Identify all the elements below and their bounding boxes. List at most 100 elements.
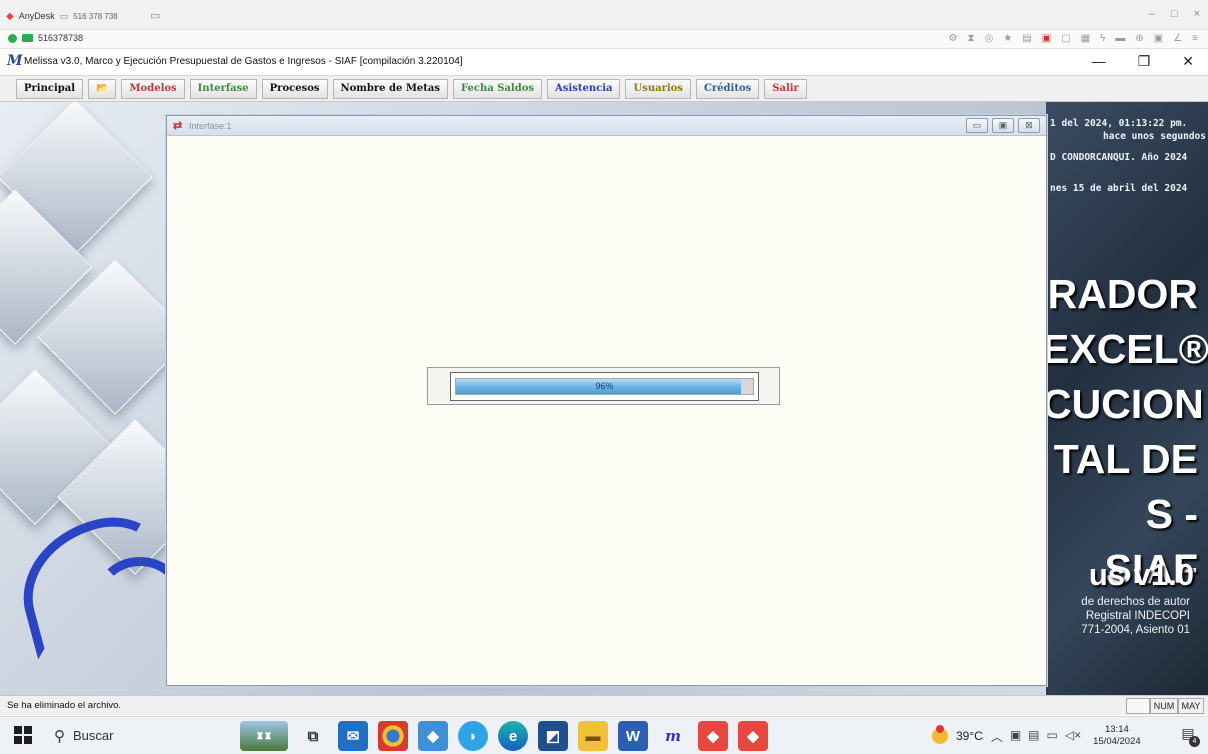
clock-time: 13:14: [1104, 724, 1129, 735]
menu-procesos-button[interactable]: Procesos: [261, 79, 328, 99]
app-close-icon[interactable]: ✕: [1182, 53, 1194, 70]
network-icon[interactable]: ▭: [1047, 728, 1058, 745]
splash-line: TAL DE: [1053, 436, 1198, 482]
anydesk-connection-status: 516378738: [8, 33, 83, 43]
app-restore-icon[interactable]: ❐: [1138, 53, 1151, 70]
progress-bar: 96%: [455, 378, 754, 395]
anydesk-app-name: AnyDesk: [18, 11, 55, 21]
copyright-line: Registral INDECOPI: [1085, 610, 1190, 622]
open-folder-icon[interactable]: 📂: [88, 79, 117, 99]
display-icon[interactable]: ▣: [1042, 33, 1051, 44]
interfase-window-icon: ⇄: [173, 120, 183, 132]
splash-line: EXCEL®: [1042, 326, 1208, 372]
progress-label: 96%: [595, 381, 614, 391]
menu-icon[interactable]: ≡: [1192, 33, 1198, 44]
maximize-icon[interactable]: □: [1171, 8, 1178, 20]
record-icon[interactable]: ⊕: [1135, 33, 1143, 44]
privacy-icon[interactable]: ◎: [985, 33, 994, 44]
status-message: Se ha eliminado el archivo.: [7, 700, 122, 711]
screenshot-icon[interactable]: ▣: [1154, 33, 1163, 44]
chrome-icon[interactable]: [378, 721, 408, 751]
file-explorer-icon[interactable]: ▬: [578, 721, 608, 751]
tray-icons: ︿ ▣ ▤ ▭ ◁×: [991, 728, 1081, 745]
favorite-star-icon[interactable]: ★: [1003, 33, 1012, 44]
last-access-date: 1 del 2024, 01:13:22 pm.: [1050, 118, 1188, 129]
anydesk-session-tab[interactable]: ◆ AnyDesk ▭ 516 378 738: [6, 6, 164, 26]
search-icon: ⚲: [54, 727, 65, 745]
minimize-icon[interactable]: –: [1149, 8, 1155, 20]
app-minimize-icon[interactable]: —: [1092, 53, 1106, 70]
remote-app-icon[interactable]: ◆: [418, 721, 448, 751]
status-pane-blank: [1126, 698, 1150, 714]
splash-line: RADOR: [1047, 271, 1198, 317]
copyright-line: de derechos de autor: [1081, 596, 1190, 608]
remote-monitor-icon[interactable]: [22, 34, 33, 42]
last-access-ago: hace unos segundos: [1103, 131, 1206, 142]
clipboard-icon[interactable]: ▦: [1081, 33, 1090, 44]
system-tray: 39°C ︿ ▣ ▤ ▭ ◁× 13:14 15/04/2024: [932, 721, 1141, 751]
monitor-icon: ▭: [59, 10, 69, 21]
new-session-icon[interactable]: ▭: [150, 9, 160, 22]
edge-icon[interactable]: e: [498, 721, 528, 751]
mail-icon[interactable]: ✉: [338, 721, 368, 751]
anydesk-tab-bar: ◆ AnyDesk ▭ 516 378 738 ▭ – □ ×: [0, 0, 1208, 30]
files-icon[interactable]: ▤: [1022, 33, 1031, 44]
menu-fecha-saldos-button[interactable]: Fecha Saldos: [453, 79, 543, 99]
show-hidden-icons-icon[interactable]: ︿: [991, 728, 1003, 745]
keyboard-icon[interactable]: ▬: [1115, 33, 1125, 44]
menu-asistencia-button[interactable]: Asistencia: [547, 79, 621, 99]
splash-title: RADOR EXCEL® CUCION TAL DE S - SIAF: [1042, 267, 1208, 597]
temperature[interactable]: 39°C: [956, 729, 983, 743]
menu-usuarios-button[interactable]: Usuarios: [625, 79, 691, 99]
menu-nombre-de-metas-button[interactable]: Nombre de Metas: [332, 79, 448, 99]
anydesk-icon-2[interactable]: ◆: [738, 721, 768, 751]
anydesk-tool-icons: ⚙ ⧗ ◎ ★ ▤ ▣ ▢ ▦ ϟ ▬ ⊕ ▣ ∠ ≡: [949, 33, 1198, 44]
office-app-icon[interactable]: ◩: [538, 721, 568, 751]
notifications-count: 4: [1189, 736, 1200, 747]
interfase-minimize-icon[interactable]: ▭: [966, 118, 988, 133]
menu-creditos-button[interactable]: Créditos: [695, 79, 760, 99]
windows-start-icon[interactable]: [14, 726, 32, 744]
info-panel: 1 del 2024, 01:13:22 pm. hace unos segun…: [1042, 102, 1208, 695]
pen-icon[interactable]: ∠: [1173, 33, 1182, 44]
num-lock-indicator: NUM: [1150, 698, 1178, 714]
anydesk-session-id: 516378738: [38, 33, 84, 43]
tray-app-icon-2[interactable]: ▤: [1028, 728, 1039, 745]
splash-version: us v1.0: [1088, 557, 1194, 592]
hourglass-icon[interactable]: ⧗: [968, 33, 975, 44]
tray-app-icon[interactable]: ▣: [1010, 728, 1021, 745]
close-icon[interactable]: ×: [1194, 8, 1200, 20]
interfase-maximize-icon[interactable]: ▣: [992, 118, 1014, 133]
search-placeholder: Buscar: [73, 728, 114, 743]
castle-widget-icon[interactable]: ♜♜: [240, 721, 288, 751]
clock-date: 15/04/2024: [1093, 736, 1141, 747]
store-icon[interactable]: ◗: [458, 721, 488, 751]
anydesk-icon[interactable]: ◆: [698, 721, 728, 751]
interfase-close-icon[interactable]: ⊠: [1018, 118, 1040, 133]
notifications-icon[interactable]: ▤ 4: [1178, 725, 1200, 747]
system-clock[interactable]: 13:14 15/04/2024: [1093, 724, 1141, 748]
chat-icon[interactable]: ▢: [1061, 33, 1070, 44]
app-title-bar: M Melissa v3.0, Marco y Ejecución Presup…: [0, 50, 1208, 75]
windows-taskbar: ⚲ Buscar ♜♜ ⧉ ✉ ◆ ◗ e ◩ ▬ W m ◆ ◆ 39°C ︿…: [0, 716, 1208, 754]
interfase-title-bar[interactable]: ⇄ Interfase:1 ▭ ▣ ⊠: [167, 116, 1046, 136]
actions-icon[interactable]: ϟ: [1100, 33, 1105, 44]
volume-icon[interactable]: ◁×: [1065, 728, 1081, 745]
anydesk-window-controls: – □ ×: [1149, 8, 1200, 20]
melissa-logo-icon: M: [7, 53, 23, 69]
main-menu-bar: Principal 📂 Modelos Interfase Procesos N…: [0, 75, 1208, 102]
caps-lock-indicator: MAY: [1178, 698, 1204, 714]
word-icon[interactable]: W: [618, 721, 648, 751]
menu-principal-button[interactable]: Principal: [16, 79, 84, 99]
anydesk-tab-address: 516 378 738: [73, 11, 118, 21]
menu-salir-button[interactable]: Salir: [764, 79, 807, 99]
settings-icon[interactable]: ⚙: [949, 33, 958, 44]
interfase-window-controls: ▭ ▣ ⊠: [966, 118, 1040, 133]
menu-modelos-button[interactable]: Modelos: [121, 79, 185, 99]
app-title: Melissa v3.0, Marco y Ejecución Presupue…: [24, 56, 463, 67]
melissa-app-icon[interactable]: m: [658, 721, 688, 751]
taskbar-search-box[interactable]: ⚲ Buscar: [46, 721, 226, 750]
weather-icon[interactable]: [932, 725, 948, 744]
task-view-icon[interactable]: ⧉: [298, 721, 328, 751]
menu-interfase-button[interactable]: Interfase: [189, 79, 257, 99]
